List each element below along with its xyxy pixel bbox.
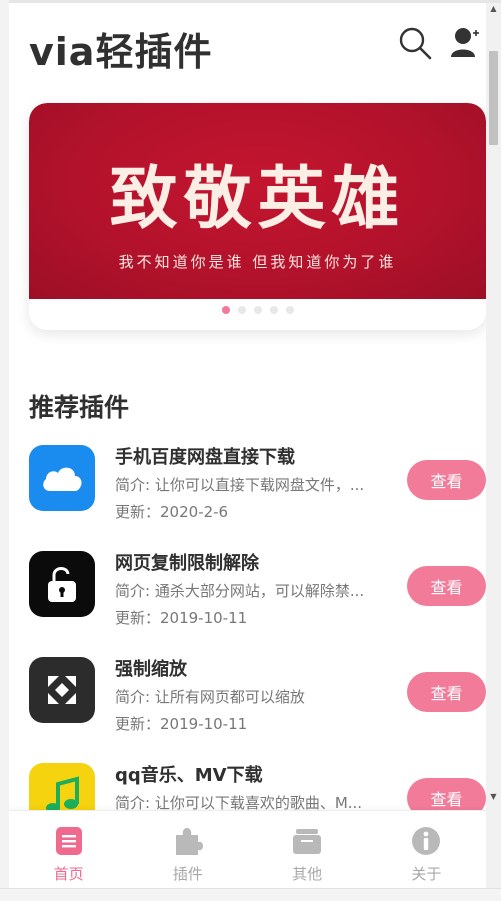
plugin-item[interactable]: 强制缩放 简介: 让所有网页都可以缩放 更新：2019-10-11 查看 <box>9 645 486 751</box>
app-header: via轻插件 <box>9 3 486 91</box>
banner-headline: 致敬英雄 <box>109 160 406 239</box>
bottom-tab-bar: 首页 插件 其他 关于 <box>9 810 486 888</box>
folder-icon <box>291 825 323 857</box>
puzzle-icon <box>172 825 204 857</box>
banner-subline: 我不知道你是谁 但我知道你为了谁 <box>118 253 397 271</box>
view-plugin-button[interactable]: 查看 <box>407 672 486 712</box>
tab-plugins[interactable]: 插件 <box>128 811 247 888</box>
carousel-dot-1[interactable] <box>221 306 230 314</box>
plugin-name: qq音乐、MV下载 <box>115 765 263 786</box>
cloud-icon <box>43 467 82 491</box>
window-left-margin <box>0 0 9 901</box>
plugin-item[interactable]: 手机百度网盘直接下载 简介: 让你可以直接下载网盘文件，... 更新：2020-… <box>9 433 486 539</box>
scroll-up-arrow-icon[interactable]: ▲ <box>489 3 498 15</box>
plugin-icon-tile <box>29 551 95 617</box>
app-title: via轻插件 <box>29 30 213 74</box>
banner-image[interactable]: 致敬英雄 我不知道你是谁 但我知道你为了谁 <box>29 103 486 299</box>
scrollbar-thumb[interactable] <box>489 51 498 145</box>
info-icon <box>410 825 442 857</box>
scroll-down-arrow-icon[interactable]: ▼ <box>489 791 498 803</box>
zoom-arrows-icon <box>48 676 76 704</box>
plugin-name: 强制缩放 <box>115 659 187 680</box>
unlock-icon <box>48 567 76 602</box>
section-title: 推荐插件 <box>29 393 130 422</box>
plugin-update-date: 更新：2019-10-11 <box>115 609 248 627</box>
plugin-icon-tile <box>29 657 95 723</box>
plugin-name: 手机百度网盘直接下载 <box>115 447 295 468</box>
plugin-description: 简介: 让你可以直接下载网盘文件，... <box>115 476 365 494</box>
search-button[interactable] <box>397 25 433 61</box>
tab-label: 首页 <box>53 865 84 883</box>
window-bottom-border <box>0 888 501 901</box>
plugin-icon-tile <box>29 445 95 511</box>
tab-label: 插件 <box>172 865 203 883</box>
app-page: via轻插件 致敬英雄 我不知道你是谁 但我知道你为了谁 推荐插件 手机百度网盘… <box>9 3 486 888</box>
plugin-item[interactable]: 网页复制限制解除 简介: 通杀大部分网站，可以解除禁... 更新：2019-10… <box>9 539 486 645</box>
carousel-dot-2[interactable] <box>237 306 246 314</box>
user-button[interactable] <box>449 25 481 61</box>
tab-other[interactable]: 其他 <box>248 811 367 888</box>
carousel-dot-3[interactable] <box>253 306 262 314</box>
carousel-indicator <box>29 306 486 316</box>
search-icon <box>399 27 432 60</box>
tab-about[interactable]: 关于 <box>367 811 486 888</box>
plugin-update-date: 更新：2020-2-6 <box>115 503 229 521</box>
view-plugin-button[interactable]: 查看 <box>407 460 486 500</box>
plugin-name: 网页复制限制解除 <box>115 553 259 574</box>
plugin-update-date: 更新：2019-10-11 <box>115 715 248 733</box>
tab-label: 其他 <box>292 865 323 883</box>
carousel-dot-4[interactable] <box>269 306 278 314</box>
home-doc-icon <box>53 825 85 857</box>
plugin-description: 简介: 让所有网页都可以缩放 <box>115 688 305 706</box>
page-scrollbar[interactable]: ▲ ▼ <box>486 3 501 888</box>
carousel-dot-5[interactable] <box>285 306 294 314</box>
banner-carousel[interactable]: 致敬英雄 我不知道你是谁 但我知道你为了谁 <box>29 103 486 330</box>
tab-home[interactable]: 首页 <box>9 811 128 888</box>
user-add-icon <box>451 28 479 57</box>
view-plugin-button[interactable]: 查看 <box>407 566 486 606</box>
tab-label: 关于 <box>411 865 442 883</box>
plugin-description: 简介: 通杀大部分网站，可以解除禁... <box>115 582 365 600</box>
